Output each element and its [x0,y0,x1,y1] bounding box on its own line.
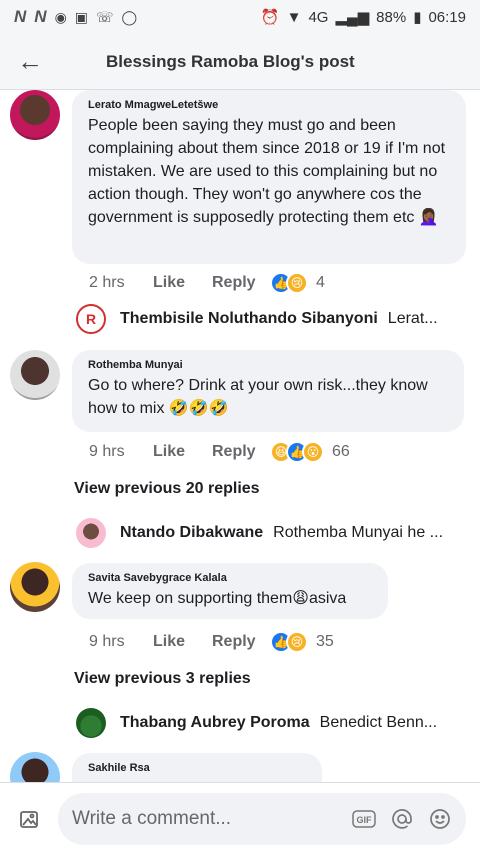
comment-time: 9 hrs [89,443,125,460]
comment-bubble: Savita Savebygrace Kalala We keep on sup… [72,563,388,619]
comment-author[interactable]: Sakhile Rsa [88,762,306,774]
comment-bubble: Rothemba Munyai Go to where? Drink at yo… [72,350,464,432]
comment-author[interactable]: Savita Savebygrace Kalala [88,572,372,584]
wow-reaction-icon: 😮 [302,441,324,463]
reply-preview[interactable]: R Thembisile Noluthando Sibanyoni Lerat.… [76,304,438,334]
comments-feed[interactable]: Lerato MmagweLetetšwe People been saying… [0,90,480,782]
comment-text: Go to where? Drink at your own risk...th… [88,377,428,417]
reactions-summary[interactable]: 👍 😢 35 [270,631,334,653]
comment-time: 2 hrs [89,274,125,291]
avatar [76,708,106,738]
reply-author: Thabang Aubrey Poroma [120,714,310,731]
like-button[interactable]: Like [153,274,212,292]
photo-icon[interactable] [0,807,58,831]
notification-icons: N N ◉ ▣ ☏ ◯ [14,7,137,27]
comment-time: 9 hrs [89,633,125,650]
battery-icon: ▮ [413,9,422,26]
clock: 06:19 [428,8,466,26]
back-arrow-icon[interactable]: ← [0,46,60,77]
reply-button[interactable]: Reply [212,633,270,651]
network-type: 4G [308,8,329,26]
comment-actions: 2 hrs Like Reply 👍 😢 4 [89,272,325,294]
avatar[interactable] [10,350,60,400]
sad-reaction-icon: 😢 [286,272,308,294]
reply-preview[interactable]: Ntando Dibakwane Rothemba Munyai he ... [76,518,443,548]
n-notification-icon: N [14,7,27,26]
podcast-icon: ◉ [54,8,67,25]
reply-preview-text: Benedict Benn... [319,714,438,731]
view-previous-replies-link[interactable]: View previous 3 replies [74,670,251,688]
comment-text: We keep on supporting them😩asiva [88,590,347,607]
gallery-icon: ▣ [74,8,89,25]
comment-text: People been saying they must go and been… [88,117,446,226]
sad-reaction-icon: 😢 [286,631,308,653]
reply-author: Thembisile Noluthando Sibanyoni [120,310,378,327]
status-bar: N N ◉ ▣ ☏ ◯ ⏰ ▼ 4G ▂▄▆ 88% ▮ 06:19 [0,0,480,34]
alarm-icon: ⏰ [260,9,280,26]
whatsapp-icon: ☏ [96,8,114,25]
gif-icon[interactable]: GIF [352,807,376,831]
comment-bubble: Sakhile Rsa [72,753,322,782]
reply-button[interactable]: Reply [212,274,270,292]
comment-bubble: Lerato MmagweLetetšwe People been saying… [72,90,466,264]
comment-actions: 9 hrs Like Reply 👍 😢 35 [89,631,334,653]
comment-actions: 9 hrs Like Reply 😆 👍 😮 66 [89,441,350,463]
reactions-summary[interactable]: 👍 😢 4 [270,272,325,294]
avatar [76,518,106,548]
reply-preview[interactable]: Thabang Aubrey Poroma Benedict Benn... [76,708,437,738]
page-title: Blessings Ramoba Blog's post [106,51,355,71]
mention-icon[interactable] [390,807,414,831]
avatar: R [76,304,106,334]
emoji-icon[interactable] [428,807,452,831]
comment-author[interactable]: Lerato MmagweLetetšwe [88,99,450,111]
chrome-icon: ◯ [121,8,138,25]
system-status: ⏰ ▼ 4G ▂▄▆ 88% ▮ 06:19 [260,8,466,27]
post-header: ← Blessings Ramoba Blog's post [0,34,480,90]
reply-button[interactable]: Reply [212,443,270,461]
comment-composer: GIF [0,782,480,854]
n-notification-icon-2: N [34,7,47,26]
comment-author[interactable]: Rothemba Munyai [88,359,448,371]
avatar[interactable] [10,90,60,140]
avatar[interactable] [10,562,60,612]
reply-author: Ntando Dibakwane [120,524,264,541]
like-button[interactable]: Like [153,633,212,651]
reply-preview-text: Lerat... [387,310,438,327]
reaction-count: 4 [316,274,325,291]
svg-text:GIF: GIF [357,815,373,825]
wifi-icon: ▼ [286,8,302,26]
signal-icon: ▂▄▆ [335,9,370,26]
reactions-summary[interactable]: 😆 👍 😮 66 [270,441,350,463]
view-previous-replies-link[interactable]: View previous 20 replies [74,480,260,498]
avatar[interactable] [10,752,60,782]
reply-preview-text: Rothemba Munyai he ... [273,524,444,541]
reaction-count: 35 [316,633,334,650]
comment-input[interactable] [72,807,338,830]
battery-percentage: 88% [376,8,407,26]
comment-input-container: GIF [58,792,466,845]
reaction-count: 66 [332,443,350,460]
like-button[interactable]: Like [153,443,212,461]
